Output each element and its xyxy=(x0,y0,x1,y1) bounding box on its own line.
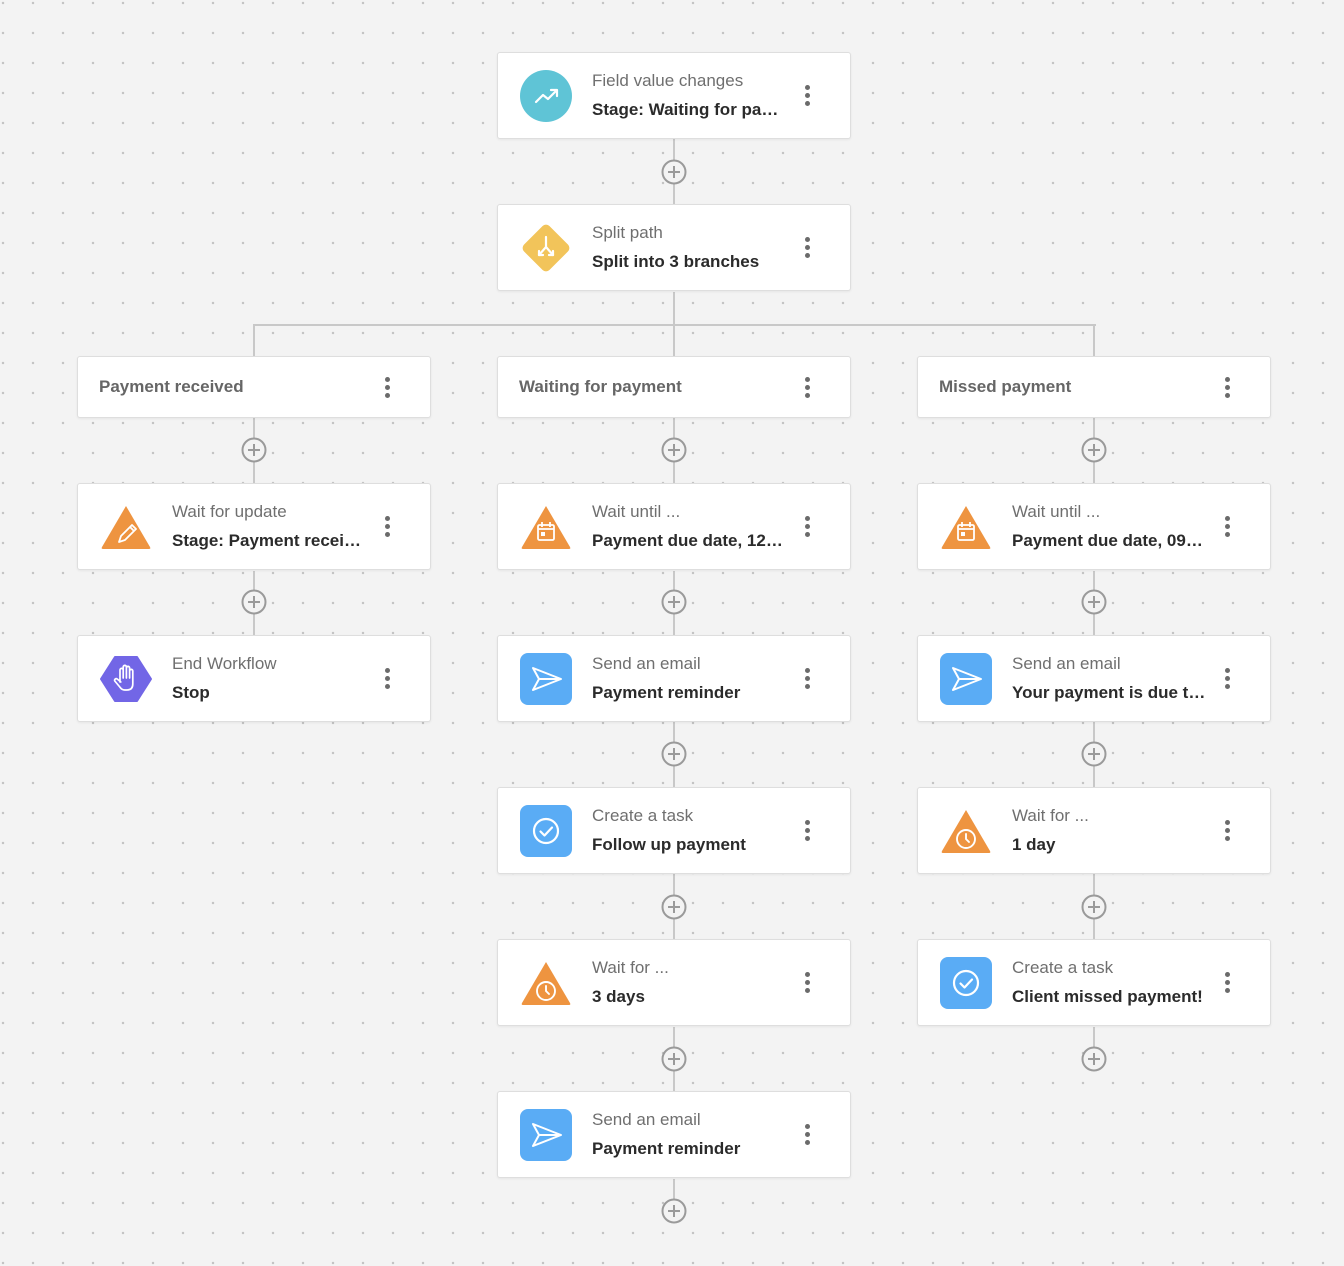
add-step-button[interactable] xyxy=(661,159,687,185)
clock-icon xyxy=(519,956,573,1010)
step-title: Payment due date, 12:… xyxy=(592,531,786,550)
more-options-icon[interactable] xyxy=(802,85,812,107)
more-options-icon[interactable] xyxy=(1222,668,1232,690)
connector-line xyxy=(673,1179,675,1199)
step-card-wait-until[interactable]: Wait until ... Payment due date, 09:… xyxy=(917,483,1271,570)
branch-label: Missed payment xyxy=(939,377,1072,396)
step-title: Your payment is due t… xyxy=(1012,683,1206,702)
step-title: Split into 3 branches xyxy=(592,252,760,271)
branch-header-payment-received[interactable]: Payment received xyxy=(77,356,431,418)
add-step-button[interactable] xyxy=(661,1198,687,1224)
step-title: 1 day xyxy=(1012,835,1056,854)
add-step-button[interactable] xyxy=(661,437,687,463)
send-icon xyxy=(519,1108,573,1162)
trigger-card[interactable]: Field value changes Stage: Waiting for p… xyxy=(497,52,851,139)
step-card-wait-for-update[interactable]: Wait for update Stage: Payment receiv… xyxy=(77,483,431,570)
step-type: Wait for ... xyxy=(1012,806,1089,825)
check-circle-icon xyxy=(939,956,993,1010)
more-options-icon[interactable] xyxy=(1222,820,1232,842)
branch-label: Waiting for payment xyxy=(519,377,682,396)
step-title: Client missed payment! xyxy=(1012,987,1203,1006)
step-card-wait-for[interactable]: Wait for ... 3 days xyxy=(497,939,851,1026)
add-step-button[interactable] xyxy=(1081,437,1107,463)
step-type: End Workflow xyxy=(172,654,277,673)
step-card-send-email[interactable]: Send an email Payment reminder xyxy=(497,1091,851,1178)
add-step-button[interactable] xyxy=(661,589,687,615)
more-options-icon[interactable] xyxy=(382,377,392,399)
step-title: Payment reminder xyxy=(592,683,741,702)
more-options-icon[interactable] xyxy=(382,516,392,538)
check-circle-icon xyxy=(519,804,573,858)
branch-label: Payment received xyxy=(99,377,244,396)
step-card-end-workflow[interactable]: End Workflow Stop xyxy=(77,635,431,722)
send-icon xyxy=(519,652,573,706)
add-step-button[interactable] xyxy=(241,437,267,463)
add-step-button[interactable] xyxy=(661,741,687,767)
step-card-create-task[interactable]: Create a task Client missed payment! xyxy=(917,939,1271,1026)
pencil-icon xyxy=(99,500,153,554)
step-card-wait-for[interactable]: Wait for ... 1 day xyxy=(917,787,1271,874)
send-icon xyxy=(939,652,993,706)
step-type: Send an email xyxy=(592,1110,701,1129)
add-step-button[interactable] xyxy=(1081,894,1107,920)
step-type: Split path xyxy=(592,223,663,242)
step-title: 3 days xyxy=(592,987,645,1006)
step-title: Stop xyxy=(172,683,210,702)
branch-header-missed-payment[interactable]: Missed payment xyxy=(917,356,1271,418)
step-card-wait-until[interactable]: Wait until ... Payment due date, 12:… xyxy=(497,483,851,570)
step-type: Wait until ... xyxy=(592,502,681,521)
workflow-canvas[interactable]: Field value changes Stage: Waiting for p… xyxy=(0,0,1344,1266)
more-options-icon[interactable] xyxy=(382,668,392,690)
more-options-icon[interactable] xyxy=(802,820,812,842)
hand-stop-icon xyxy=(99,652,153,706)
trending-up-icon xyxy=(519,69,573,123)
step-type: Field value changes xyxy=(592,71,744,90)
step-type: Wait for ... xyxy=(592,958,669,977)
step-type: Create a task xyxy=(1012,958,1114,977)
step-type: Create a task xyxy=(592,806,694,825)
clock-icon xyxy=(939,804,993,858)
step-type: Wait for update xyxy=(172,502,287,521)
add-step-button[interactable] xyxy=(661,1046,687,1072)
step-title: Payment reminder xyxy=(592,1139,741,1158)
add-step-button[interactable] xyxy=(1081,741,1107,767)
add-step-button[interactable] xyxy=(241,589,267,615)
split-path-icon xyxy=(519,221,573,275)
step-type: Wait until ... xyxy=(1012,502,1101,521)
more-options-icon[interactable] xyxy=(802,668,812,690)
branch-header-waiting-for-payment[interactable]: Waiting for payment xyxy=(497,356,851,418)
connector-line xyxy=(253,324,255,356)
step-title: Follow up payment xyxy=(592,835,746,854)
more-options-icon[interactable] xyxy=(802,237,812,259)
step-type: Send an email xyxy=(592,654,701,673)
step-title: Payment due date, 09:… xyxy=(1012,531,1206,550)
more-options-icon[interactable] xyxy=(1222,516,1232,538)
step-card-send-email[interactable]: Send an email Your payment is due t… xyxy=(917,635,1271,722)
step-title: Stage: Payment receiv… xyxy=(172,531,366,550)
connector-line xyxy=(1093,324,1095,356)
more-options-icon[interactable] xyxy=(802,377,812,399)
step-title: Stage: Waiting for pay… xyxy=(592,100,786,119)
connector-line xyxy=(1093,1027,1095,1047)
more-options-icon[interactable] xyxy=(802,1124,812,1146)
more-options-icon[interactable] xyxy=(1222,972,1232,994)
add-step-button[interactable] xyxy=(1081,1046,1107,1072)
calendar-icon xyxy=(519,500,573,554)
add-step-button[interactable] xyxy=(661,894,687,920)
step-type: Send an email xyxy=(1012,654,1121,673)
calendar-icon xyxy=(939,500,993,554)
more-options-icon[interactable] xyxy=(1222,377,1232,399)
split-path-card[interactable]: Split path Split into 3 branches xyxy=(497,204,851,291)
step-card-send-email[interactable]: Send an email Payment reminder xyxy=(497,635,851,722)
add-step-button[interactable] xyxy=(1081,589,1107,615)
more-options-icon[interactable] xyxy=(802,516,812,538)
branch-connector xyxy=(253,324,1096,326)
more-options-icon[interactable] xyxy=(802,972,812,994)
step-card-create-task[interactable]: Create a task Follow up payment xyxy=(497,787,851,874)
